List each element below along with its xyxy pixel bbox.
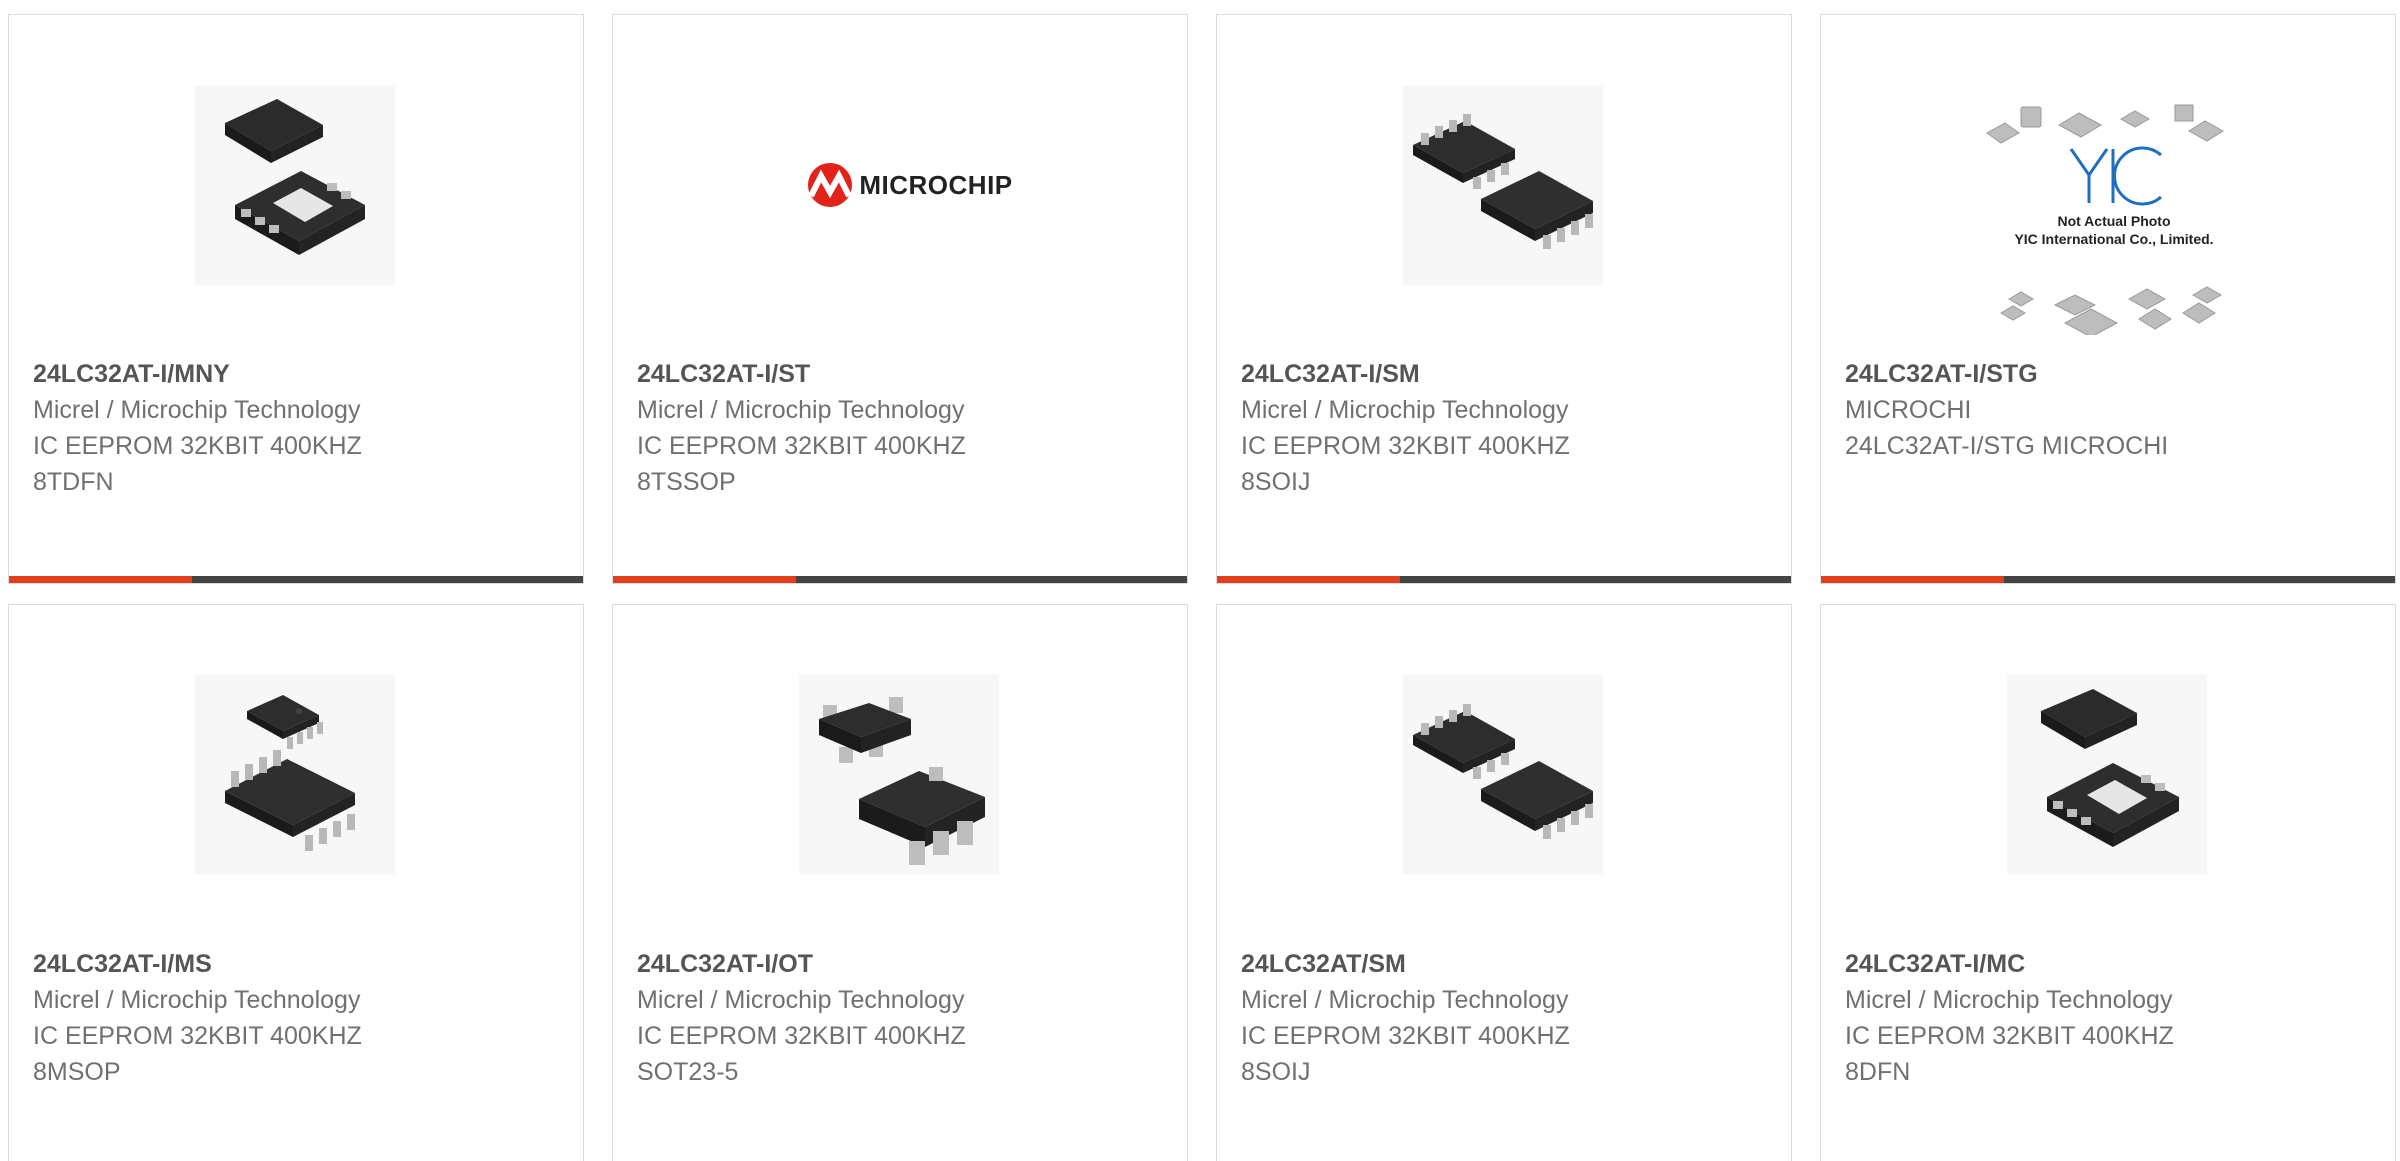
package: 8DFN: [1845, 1058, 1911, 1086]
placeholder-caption-2: YIC International Co., Limited.: [2014, 231, 2214, 247]
product-info: 24LC32AT/SM Micrel / Microchip Technolog…: [1241, 946, 1775, 1090]
dfn-package-image[interactable]: [195, 85, 395, 285]
product-card[interactable]: 24LC32AT-I/OT Micrel / Microchip Technol…: [612, 604, 1188, 1161]
description: IC EEPROM 32KBIT 400KHZ: [1241, 432, 1570, 460]
description: IC EEPROM 32KBIT 400KHZ: [33, 432, 362, 460]
product-card[interactable]: 24LC32AT-I/MC Micrel / Microchip Technol…: [1820, 604, 2396, 1161]
package: 8TSSOP: [637, 468, 736, 496]
package: 8SOIJ: [1241, 468, 1311, 496]
manufacturer: Micrel / Microchip Technology: [637, 396, 965, 424]
card-bottom-bar: [1821, 576, 2395, 583]
part-number[interactable]: 24LC32AT/SM: [1241, 946, 1775, 982]
microchip-logo-icon: [808, 163, 853, 207]
card-bottom-bar: [613, 576, 1187, 583]
description: IC EEPROM 32KBIT 400KHZ: [637, 1022, 966, 1050]
part-number[interactable]: 24LC32AT-I/SM: [1241, 356, 1775, 392]
product-info: 24LC32AT-I/STG MICROCHI 24LC32AT-I/STG M…: [1845, 356, 2379, 464]
manufacturer: Micrel / Microchip Technology: [33, 396, 361, 424]
product-card[interactable]: Not Actual Photo YIC International Co., …: [1820, 14, 2396, 584]
part-number[interactable]: 24LC32AT-I/OT: [637, 946, 1171, 982]
manufacturer: Micrel / Microchip Technology: [1241, 986, 1569, 1014]
soic-package-image[interactable]: [1403, 85, 1603, 285]
product-info: 24LC32AT-I/ST Micrel / Microchip Technol…: [637, 356, 1171, 500]
product-card[interactable]: 24LC32AT/SM Micrel / Microchip Technolog…: [1216, 604, 1792, 1161]
manufacturer: Micrel / Microchip Technology: [637, 986, 965, 1014]
manufacturer: MICROCHI: [1845, 396, 1972, 424]
description: IC EEPROM 32KBIT 400KHZ: [1845, 1022, 2174, 1050]
card-bottom-bar: [1217, 576, 1791, 583]
yic-placeholder-image[interactable]: Not Actual Photo YIC International Co., …: [1979, 99, 2249, 335]
package: 8SOIJ: [1241, 1058, 1311, 1086]
package: 8TDFN: [33, 468, 114, 496]
part-number[interactable]: 24LC32AT-I/MNY: [33, 356, 567, 392]
card-bottom-bar: [9, 576, 583, 583]
soic-package-image[interactable]: [1403, 675, 1603, 875]
product-info: 24LC32AT-I/OT Micrel / Microchip Technol…: [637, 946, 1171, 1090]
part-number[interactable]: 24LC32AT-I/STG: [1845, 356, 2379, 392]
part-number[interactable]: 24LC32AT-I/MS: [33, 946, 567, 982]
product-card[interactable]: 24LC32AT-I/MS Micrel / Microchip Technol…: [8, 604, 584, 1161]
description: IC EEPROM 32KBIT 400KHZ: [1241, 1022, 1570, 1050]
sot23-package-image[interactable]: [799, 675, 999, 875]
placeholder-caption-1: Not Actual Photo: [2057, 213, 2171, 229]
product-card[interactable]: 24LC32AT-I/SM Micrel / Microchip Technol…: [1216, 14, 1792, 584]
product-card[interactable]: 24LC32AT-I/MNY Micrel / Microchip Techno…: [8, 14, 584, 584]
dfn-package-image[interactable]: [2007, 675, 2207, 875]
msop-package-image[interactable]: [195, 675, 395, 875]
microchip-logo-image[interactable]: MICROCHIP: [799, 85, 1019, 285]
product-info: 24LC32AT-I/MS Micrel / Microchip Technol…: [33, 946, 567, 1090]
package: SOT23-5: [637, 1058, 739, 1086]
description: 24LC32AT-I/STG MICROCHI: [1845, 432, 2169, 460]
package: 8MSOP: [33, 1058, 121, 1086]
product-info: 24LC32AT-I/SM Micrel / Microchip Technol…: [1241, 356, 1775, 500]
manufacturer: Micrel / Microchip Technology: [33, 986, 361, 1014]
part-number[interactable]: 24LC32AT-I/MC: [1845, 946, 2379, 982]
product-card[interactable]: MICROCHIP 24LC32AT-I/ST Micrel / Microch…: [612, 14, 1188, 584]
product-info: 24LC32AT-I/MNY Micrel / Microchip Techno…: [33, 356, 567, 500]
description: IC EEPROM 32KBIT 400KHZ: [33, 1022, 362, 1050]
part-number[interactable]: 24LC32AT-I/ST: [637, 356, 1171, 392]
product-grid: 24LC32AT-I/MNY Micrel / Microchip Techno…: [0, 0, 2400, 1161]
microchip-logo-text: MICROCHIP: [859, 169, 1013, 200]
description: IC EEPROM 32KBIT 400KHZ: [637, 432, 966, 460]
manufacturer: Micrel / Microchip Technology: [1241, 396, 1569, 424]
manufacturer: Micrel / Microchip Technology: [1845, 986, 2173, 1014]
product-info: 24LC32AT-I/MC Micrel / Microchip Technol…: [1845, 946, 2379, 1090]
